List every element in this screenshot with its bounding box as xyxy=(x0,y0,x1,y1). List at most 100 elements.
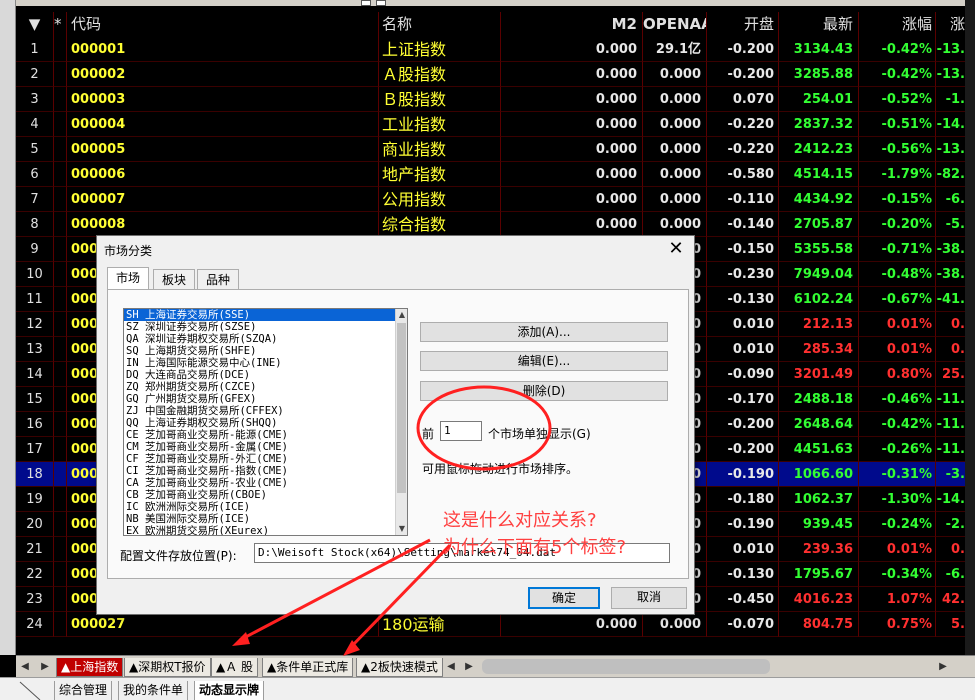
sort-menu-icon[interactable]: ▼ xyxy=(16,12,54,37)
scroll-right-icon[interactable]: ▶ xyxy=(936,659,950,675)
header-openaa[interactable]: OPENAA xyxy=(643,12,707,37)
table-row[interactable]: 2 000002 Ａ股指数 0.000 0.000 -0.200 3285.88 -0.42%… xyxy=(16,62,965,87)
row-number: 20 xyxy=(16,512,54,537)
listbox-scrollbar[interactable]: ▲ ▼ xyxy=(395,309,407,535)
value-chg: -2. xyxy=(936,512,965,537)
value-pct: -0.24% xyxy=(859,512,936,537)
market-list-item[interactable]: SZ 深圳证券交易所(SZSE) xyxy=(124,321,407,333)
header-code[interactable]: 代码 xyxy=(67,12,379,37)
market-list-item[interactable]: ZQ 郑州期货交易所(CZCE) xyxy=(124,381,407,393)
row-number: 6 xyxy=(16,162,54,187)
sheet-tab-2[interactable]: ▲Ａ 股 xyxy=(211,658,259,677)
value-chg: -11. xyxy=(936,412,965,437)
value-open: -0.200 xyxy=(707,412,779,437)
row-star xyxy=(54,187,67,212)
market-list-item[interactable]: CM 芝加哥商业交易所-金属(CME) xyxy=(124,441,407,453)
value-open: -0.130 xyxy=(707,562,779,587)
value-last: 804.75 xyxy=(779,612,859,637)
sheet-tab-3[interactable]: ▲条件单正式库 xyxy=(262,658,354,677)
value-open: -0.200 xyxy=(707,37,779,62)
front-label: 前 xyxy=(422,427,435,441)
edit-button[interactable]: 编辑(E)... xyxy=(420,351,668,371)
market-list-item[interactable]: GQ 广州期货交易所(GFEX) xyxy=(124,393,407,405)
market-list-item[interactable]: SH 上海证券交易所(SSE) xyxy=(124,309,407,321)
tab-scroll-right-icon[interactable]: ▶ xyxy=(38,659,52,675)
table-row[interactable]: 7 000007 公用指数 0.000 0.000 -0.110 4434.92 -0.15%… xyxy=(16,187,965,212)
value-last: 2705.87 xyxy=(779,212,859,237)
value-last: 3201.49 xyxy=(779,362,859,387)
close-icon[interactable]: ✕ xyxy=(666,238,686,259)
market-list-item[interactable]: SQ 上海期货交易所(SHFE) xyxy=(124,345,407,357)
header-last[interactable]: 最新 xyxy=(779,12,859,37)
front-count-input[interactable]: 1 xyxy=(440,421,482,441)
value-openaa: 29.1亿 xyxy=(643,37,707,62)
table-row[interactable]: 4 000004 工业指数 0.000 0.000 -0.220 2837.32 -0.51%… xyxy=(16,112,965,137)
market-list-item[interactable]: IC 欧洲洲际交易所(ICE) xyxy=(124,501,407,513)
value-pct: -1.79% xyxy=(859,162,936,187)
tab-block[interactable]: 板块 xyxy=(153,269,196,289)
row-number: 22 xyxy=(16,562,54,587)
tab-scroll-right-icon[interactable]: ▶ xyxy=(462,659,476,675)
market-list-item[interactable]: QA 深圳证券期权交易所(SZQA) xyxy=(124,333,407,345)
table-row[interactable]: 8 000008 综合指数 0.000 0.000 -0.140 2705.87 -0.20%… xyxy=(16,212,965,237)
header-pct[interactable]: 涨幅 xyxy=(859,12,936,37)
header-name[interactable]: 名称 xyxy=(379,12,501,37)
header-star[interactable]: * xyxy=(54,12,67,37)
tab-variety[interactable]: 品种 xyxy=(197,269,240,289)
bottom-tab-1[interactable]: 我的条件单 xyxy=(118,681,189,700)
market-list-item[interactable]: ZJ 中国金融期货交易所(CFFEX) xyxy=(124,405,407,417)
bottom-tab-2[interactable]: 动态显示牌 xyxy=(194,681,265,700)
stock-code: 000004 xyxy=(67,112,379,137)
value-open: -0.450 xyxy=(707,587,779,612)
market-list-item[interactable]: CB 芝加哥商业交易所(CBOE) xyxy=(124,489,407,501)
horizontal-scrollbar[interactable] xyxy=(482,659,770,674)
row-star xyxy=(54,362,67,387)
delete-button[interactable]: 删除(D) xyxy=(420,381,668,401)
toolbar-button-fragment[interactable] xyxy=(361,0,371,6)
value-openaa: 0.000 xyxy=(643,87,707,112)
stock-code: 000003 xyxy=(67,87,379,112)
market-list-item[interactable]: EX 欧洲期货交易所(XEurex) xyxy=(124,525,407,535)
scroll-up-icon[interactable]: ▲ xyxy=(396,309,407,321)
tab-scroll-left-icon[interactable]: ◀ xyxy=(18,659,32,675)
sheet-tab-4[interactable]: ▲2板快速模式 xyxy=(356,658,443,677)
scroll-down-icon[interactable]: ▼ xyxy=(396,523,407,535)
market-list-item[interactable]: CF 芝加哥商业交易所-外汇(CME) xyxy=(124,453,407,465)
scroll-thumb[interactable] xyxy=(397,323,406,493)
header-m2[interactable]: M2 xyxy=(501,12,643,37)
table-row[interactable]: 3 000003 Ｂ股指数 0.000 0.000 0.070 254.01 -0.52% -1… xyxy=(16,87,965,112)
sheet-tab-0[interactable]: ▲上海指数 xyxy=(56,658,124,677)
value-pct: 0.01% xyxy=(859,312,936,337)
table-row[interactable]: 24 000027 180运输 0.000 0.000 -0.070 804.75 0.75%… xyxy=(16,612,965,637)
bottom-tab-0[interactable]: 综合管理 xyxy=(54,681,113,700)
market-list-item[interactable]: CA 芝加哥商业交易所-农业(CME) xyxy=(124,477,407,489)
header-open[interactable]: 开盘 xyxy=(707,12,779,37)
tab-corner-icon xyxy=(19,681,41,700)
sheet-tab-1[interactable]: ▲深期权T报价 xyxy=(124,658,211,677)
value-pct: 0.75% xyxy=(859,612,936,637)
market-list-item[interactable]: NB 美国洲际交易所(ICE) xyxy=(124,513,407,525)
market-list-item[interactable]: QQ 上海证券期权交易所(SHQQ) xyxy=(124,417,407,429)
table-row[interactable]: 1 000001 上证指数 0.000 29.1亿 -0.200 3134.43 -0.42%… xyxy=(16,37,965,62)
value-last: 254.01 xyxy=(779,87,859,112)
market-listbox[interactable]: SH 上海证券交易所(SSE) SZ 深圳证券交易所(SZSE) QA 深圳证券期权… xyxy=(123,308,408,536)
tab-scroll-left-icon[interactable]: ◀ xyxy=(444,659,458,675)
tab-market[interactable]: 市场 xyxy=(107,267,150,290)
row-star xyxy=(54,612,67,637)
market-list-item[interactable]: CI 芝加哥商业交易所-指数(CME) xyxy=(124,465,407,477)
market-list-item[interactable]: IN 上海国际能源交易中心(INE) xyxy=(124,357,407,369)
cancel-button[interactable]: 取消 xyxy=(611,587,687,609)
value-openaa: 0.000 xyxy=(643,187,707,212)
toolbar-button-fragment[interactable] xyxy=(376,0,386,6)
value-m2: 0.000 xyxy=(501,612,643,637)
table-row[interactable]: 5 000005 商业指数 0.000 0.000 -0.220 2412.23 -0.56%… xyxy=(16,137,965,162)
table-row[interactable]: 6 000006 地产指数 0.000 0.000 -0.580 4514.15 -1.79%… xyxy=(16,162,965,187)
market-list-item[interactable]: CE 芝加哥商业交易所-能源(CME) xyxy=(124,429,407,441)
header-chg[interactable]: 涨 xyxy=(936,12,965,37)
stock-name: 公用指数 xyxy=(379,187,501,212)
value-pct: 0.80% xyxy=(859,362,936,387)
ok-button[interactable]: 确定 xyxy=(528,587,600,609)
add-button[interactable]: 添加(A)... xyxy=(420,322,668,342)
value-last: 4514.15 xyxy=(779,162,859,187)
market-list-item[interactable]: DQ 大连商品交易所(DCE) xyxy=(124,369,407,381)
